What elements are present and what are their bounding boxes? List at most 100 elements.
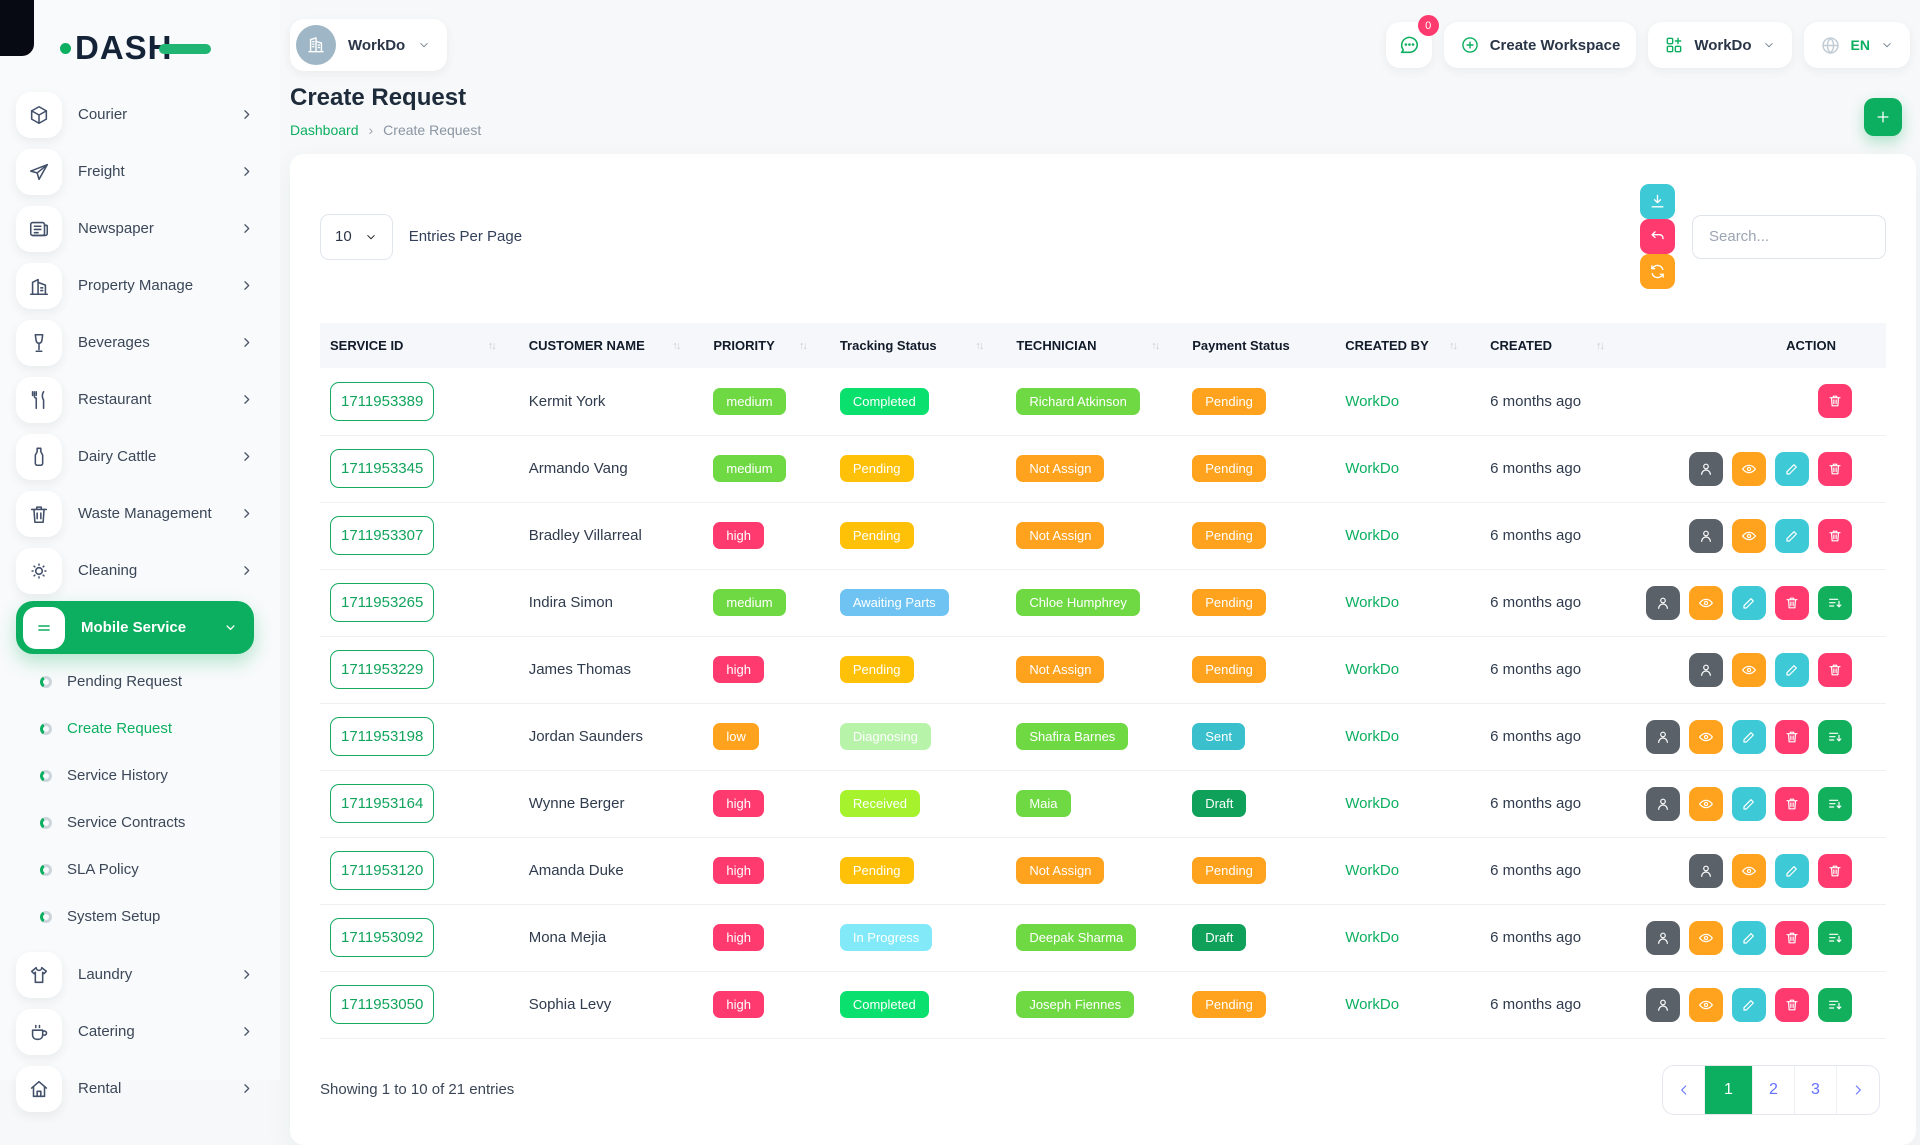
service-id-button[interactable]: 1711953345 xyxy=(330,449,434,488)
sidebar-item-catering[interactable]: Catering xyxy=(16,1003,254,1060)
column-header-created-by[interactable]: CREATED BY↑↓ xyxy=(1335,323,1480,368)
service-id-button[interactable]: 1711953120 xyxy=(330,851,434,890)
created-by-link[interactable]: WorkDo xyxy=(1345,728,1399,745)
sidebar-item-courier[interactable]: Courier xyxy=(16,86,254,143)
delete-button[interactable] xyxy=(1818,854,1852,888)
delete-button[interactable] xyxy=(1818,384,1852,418)
edit-button[interactable] xyxy=(1732,921,1766,955)
language-selector[interactable]: EN xyxy=(1804,22,1910,68)
assign-technician-button[interactable] xyxy=(1646,988,1680,1022)
undo-button[interactable] xyxy=(1640,219,1675,254)
entries-per-page-select[interactable]: 10 xyxy=(320,214,393,260)
sidebar-item-restaurant[interactable]: Restaurant xyxy=(16,371,254,428)
view-button[interactable] xyxy=(1732,854,1766,888)
sidebar-subitem-sla-policy[interactable]: SLA Policy xyxy=(26,846,254,893)
sort-icon[interactable]: ↑↓ xyxy=(799,340,806,352)
sidebar-item-waste-management[interactable]: Waste Management xyxy=(16,485,254,542)
sidebar-item-rental[interactable]: Rental xyxy=(16,1060,254,1117)
assign-technician-button[interactable] xyxy=(1689,854,1723,888)
service-id-button[interactable]: 1711953307 xyxy=(330,516,434,555)
messages-button[interactable]: 0 xyxy=(1386,22,1432,68)
created-by-link[interactable]: WorkDo xyxy=(1345,527,1399,544)
sidebar-item-property-manage[interactable]: Property Manage xyxy=(16,257,254,314)
breadcrumb-home-link[interactable]: Dashboard xyxy=(290,122,359,138)
sort-icon[interactable]: ↑↓ xyxy=(488,340,495,352)
edit-button[interactable] xyxy=(1775,653,1809,687)
sidebar-subitem-system-setup[interactable]: System Setup xyxy=(26,893,254,940)
download-button[interactable] xyxy=(1640,184,1675,219)
sidebar-item-freight[interactable]: Freight xyxy=(16,143,254,200)
delete-button[interactable] xyxy=(1775,720,1809,754)
created-by-link[interactable]: WorkDo xyxy=(1345,996,1399,1013)
delete-button[interactable] xyxy=(1775,586,1809,620)
pagination-page-1[interactable]: 1 xyxy=(1705,1066,1753,1114)
pagination-page-2[interactable]: 2 xyxy=(1753,1066,1795,1114)
edit-button[interactable] xyxy=(1775,452,1809,486)
assign-technician-button[interactable] xyxy=(1646,720,1680,754)
assign-technician-button[interactable] xyxy=(1689,653,1723,687)
assign-technician-button[interactable] xyxy=(1689,452,1723,486)
service-id-button[interactable]: 1711953050 xyxy=(330,985,434,1024)
view-button[interactable] xyxy=(1732,519,1766,553)
column-header-service-id[interactable]: SERVICE ID↑↓ xyxy=(320,323,519,368)
sidebar-item-dairy-cattle[interactable]: Dairy Cattle xyxy=(16,428,254,485)
sort-icon[interactable]: ↑↓ xyxy=(1596,340,1603,352)
view-button[interactable] xyxy=(1689,988,1723,1022)
add-request-button[interactable] xyxy=(1864,98,1902,136)
created-by-link[interactable]: WorkDo xyxy=(1345,393,1399,410)
workspace-selector[interactable]: WorkDo xyxy=(290,19,447,71)
service-id-button[interactable]: 1711953389 xyxy=(330,382,434,421)
request-log-button[interactable] xyxy=(1818,787,1852,821)
view-button[interactable] xyxy=(1689,720,1723,754)
view-button[interactable] xyxy=(1732,452,1766,486)
column-header-customer-name[interactable]: CUSTOMER NAME↑↓ xyxy=(519,323,704,368)
request-log-button[interactable] xyxy=(1818,720,1852,754)
sidebar-item-cleaning[interactable]: Cleaning xyxy=(16,542,254,599)
created-by-link[interactable]: WorkDo xyxy=(1345,661,1399,678)
view-button[interactable] xyxy=(1732,653,1766,687)
service-id-button[interactable]: 1711953164 xyxy=(330,784,434,823)
delete-button[interactable] xyxy=(1818,519,1852,553)
pagination-page-3[interactable]: 3 xyxy=(1795,1066,1837,1114)
sidebar-item-mobile-service[interactable]: Mobile Service xyxy=(16,601,254,654)
column-header-technician[interactable]: TECHNICIAN↑↓ xyxy=(1006,323,1182,368)
service-id-button[interactable]: 1711953265 xyxy=(330,583,434,622)
edit-button[interactable] xyxy=(1775,854,1809,888)
view-button[interactable] xyxy=(1689,921,1723,955)
edit-button[interactable] xyxy=(1775,519,1809,553)
sidebar-item-beverages[interactable]: Beverages xyxy=(16,314,254,371)
sort-icon[interactable]: ↑↓ xyxy=(1151,340,1158,352)
service-id-button[interactable]: 1711953092 xyxy=(330,918,434,957)
created-by-link[interactable]: WorkDo xyxy=(1345,594,1399,611)
brand-logo[interactable]: DASH xyxy=(0,0,280,76)
created-by-link[interactable]: WorkDo xyxy=(1345,460,1399,477)
workspace-menu-button[interactable]: WorkDo xyxy=(1648,22,1791,68)
created-by-link[interactable]: WorkDo xyxy=(1345,795,1399,812)
delete-button[interactable] xyxy=(1818,452,1852,486)
sidebar-subitem-service-history[interactable]: Service History xyxy=(26,752,254,799)
assign-technician-button[interactable] xyxy=(1689,519,1723,553)
edit-button[interactable] xyxy=(1732,787,1766,821)
pagination-next-button[interactable] xyxy=(1837,1066,1879,1114)
created-by-link[interactable]: WorkDo xyxy=(1345,929,1399,946)
search-input[interactable] xyxy=(1692,215,1886,259)
sort-icon[interactable]: ↑↓ xyxy=(672,340,679,352)
request-log-button[interactable] xyxy=(1818,988,1852,1022)
request-log-button[interactable] xyxy=(1818,921,1852,955)
pagination-prev-button[interactable] xyxy=(1663,1066,1705,1114)
refresh-button[interactable] xyxy=(1640,254,1675,289)
sidebar-item-newspaper[interactable]: Newspaper xyxy=(16,200,254,257)
delete-button[interactable] xyxy=(1775,787,1809,821)
sidebar-item-laundry[interactable]: Laundry xyxy=(16,946,254,1003)
assign-technician-button[interactable] xyxy=(1646,586,1680,620)
view-button[interactable] xyxy=(1689,787,1723,821)
sort-icon[interactable]: ↑↓ xyxy=(1449,340,1456,352)
edit-button[interactable] xyxy=(1732,720,1766,754)
assign-technician-button[interactable] xyxy=(1646,921,1680,955)
delete-button[interactable] xyxy=(1775,988,1809,1022)
sidebar-subitem-pending-request[interactable]: Pending Request xyxy=(26,658,254,705)
request-log-button[interactable] xyxy=(1818,586,1852,620)
column-header-created[interactable]: CREATED↑↓ xyxy=(1480,323,1627,368)
create-workspace-button[interactable]: Create Workspace xyxy=(1444,22,1637,68)
service-id-button[interactable]: 1711953198 xyxy=(330,717,434,756)
